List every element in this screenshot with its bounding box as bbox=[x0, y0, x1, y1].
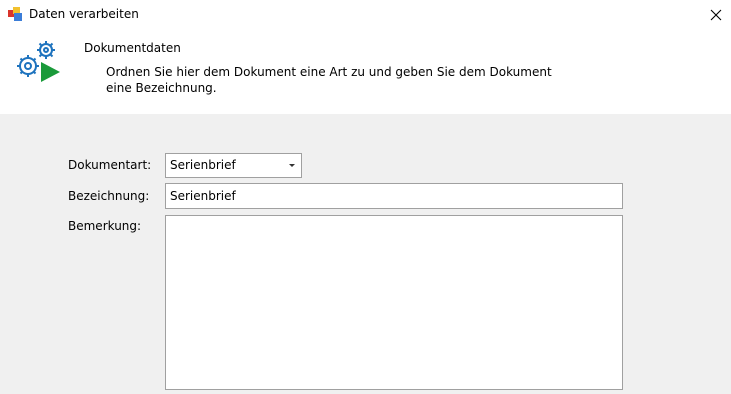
dropdown-arrow-icon[interactable] bbox=[289, 164, 295, 167]
title-bar: Daten verarbeiten bbox=[0, 0, 731, 30]
bezeichnung-value: Serienbrief bbox=[170, 189, 236, 203]
header-panel: Dokumentdaten Ordnen Sie hier dem Dokume… bbox=[0, 30, 731, 114]
gears-play-icon bbox=[17, 41, 60, 82]
bezeichnung-input[interactable]: Serienbrief bbox=[165, 183, 623, 209]
close-button[interactable] bbox=[701, 0, 731, 30]
application-icon[interactable] bbox=[8, 7, 23, 22]
bezeichnung-label: Bezeichnung: bbox=[68, 189, 150, 203]
header-description: Ordnen Sie hier dem Dokument eine Art zu… bbox=[106, 65, 552, 95]
dokumentart-select[interactable]: Serienbrief bbox=[165, 153, 302, 178]
bemerkung-label: Bemerkung: bbox=[68, 219, 142, 233]
dokumentart-label: Dokumentart: bbox=[68, 158, 152, 172]
close-icon bbox=[710, 9, 722, 21]
bemerkung-textarea[interactable] bbox=[165, 215, 623, 390]
header-title: Dokumentdaten bbox=[84, 41, 181, 55]
window-title: Daten verarbeiten bbox=[29, 7, 139, 21]
dokumentart-value: Serienbrief bbox=[170, 158, 236, 172]
